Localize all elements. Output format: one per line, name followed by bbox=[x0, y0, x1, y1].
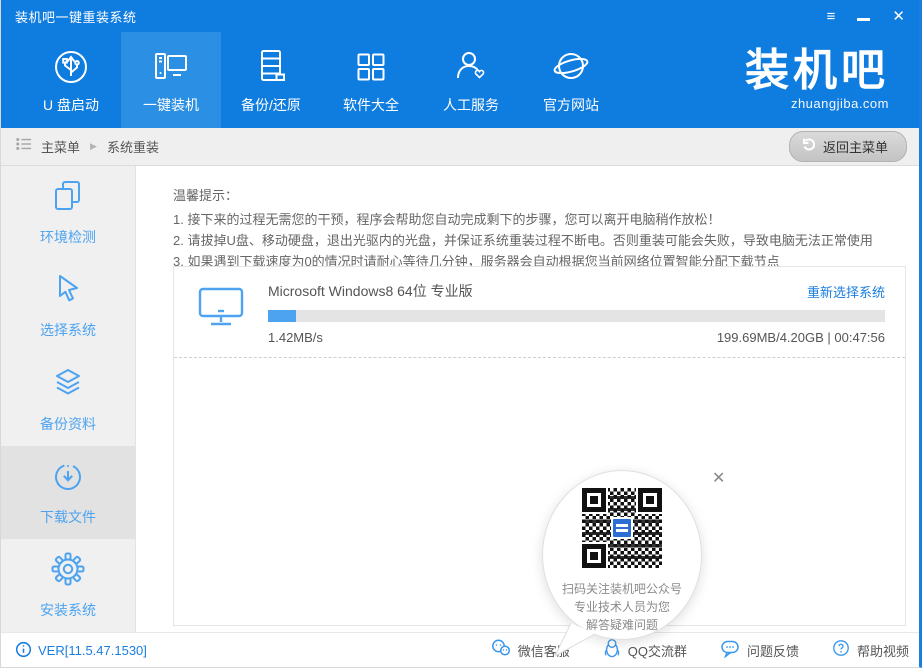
download-speed: 1.42MB/s bbox=[268, 330, 323, 345]
sidebar-item-backup-data[interactable]: 备份资料 bbox=[1, 352, 135, 445]
nav-item-usb-boot[interactable]: U 盘启动 bbox=[21, 32, 121, 128]
breadcrumb-root[interactable]: 主菜单 bbox=[41, 137, 80, 156]
apps-grid-icon bbox=[350, 46, 392, 88]
breadcrumb: 主菜单 ▶ 系统重装 返回主菜单 bbox=[1, 128, 919, 166]
undo-arrow-icon bbox=[800, 136, 816, 157]
qr-code bbox=[579, 485, 665, 571]
footer-link-feedback[interactable]: 问题反馈 bbox=[720, 638, 799, 663]
tips-block: 温馨提示： 1. 接下来的过程无需您的干预，程序会帮助您自动完成剩下的步骤，您可… bbox=[173, 185, 902, 272]
menu-list-icon bbox=[15, 136, 33, 157]
minimize-bar bbox=[857, 18, 870, 21]
footer-link-label: 帮助视频 bbox=[857, 641, 909, 660]
person-service-icon bbox=[450, 46, 492, 88]
nav-item-one-key-install[interactable]: 一键装机 bbox=[121, 32, 221, 128]
help-question-icon bbox=[832, 639, 850, 662]
gear-icon bbox=[50, 551, 86, 592]
computer-icon bbox=[150, 46, 192, 88]
status-bar: VER[11.5.47.1530] 微信客服 bbox=[1, 632, 919, 668]
nav-item-backup-restore[interactable]: 备份/还原 bbox=[221, 32, 321, 128]
nav-item-service[interactable]: 人工服务 bbox=[421, 32, 521, 128]
top-nav: U 盘启动 一键装机 备份/还原 bbox=[1, 32, 919, 128]
feedback-bubble-icon bbox=[720, 639, 740, 663]
footer-link-label: 问题反馈 bbox=[747, 641, 799, 660]
window-controls: ≡ ✕ bbox=[827, 9, 905, 24]
footer-link-label: QQ交流群 bbox=[628, 641, 687, 660]
os-name: Microsoft Windows8 64位 专业版 bbox=[268, 281, 473, 301]
globe-icon bbox=[550, 46, 592, 88]
qq-icon bbox=[603, 638, 621, 663]
sidebar-label: 备份资料 bbox=[40, 414, 96, 434]
nav-label: U 盘启动 bbox=[43, 95, 99, 115]
download-task-row: Microsoft Windows8 64位 专业版 重新选择系统 1.42MB… bbox=[174, 267, 905, 358]
qr-finder-square bbox=[582, 488, 606, 512]
nav-item-website[interactable]: 官方网站 bbox=[521, 32, 621, 128]
progress-bar bbox=[268, 310, 885, 322]
breadcrumb-arrow-icon: ▶ bbox=[90, 141, 97, 152]
minimize-icon[interactable] bbox=[857, 9, 870, 24]
qr-finder-square bbox=[638, 488, 662, 512]
tips-line-1: 1. 接下来的过程无需您的干预，程序会帮助您自动完成剩下的步骤，您可以离开电脑稍… bbox=[173, 209, 902, 230]
sidebar-item-download-files[interactable]: 下载文件 bbox=[1, 446, 135, 539]
nav-label: 人工服务 bbox=[443, 95, 499, 115]
monitor-icon bbox=[196, 285, 246, 334]
step-sidebar: 环境检测 选择系统 备份资料 bbox=[1, 166, 136, 632]
info-icon bbox=[15, 641, 32, 661]
app-window: 装机吧一键重装系统 ≡ ✕ U 盘启动 bbox=[0, 0, 922, 668]
breadcrumb-current: 系统重装 bbox=[107, 137, 159, 156]
sidebar-item-env-check[interactable]: 环境检测 bbox=[1, 166, 135, 259]
nav-label: 一键装机 bbox=[143, 95, 199, 115]
env-check-icon bbox=[50, 178, 86, 219]
tips-title: 温馨提示： bbox=[173, 185, 902, 204]
main-body: 环境检测 选择系统 备份资料 bbox=[1, 166, 919, 632]
cursor-select-icon bbox=[50, 271, 86, 312]
qr-center-logo bbox=[611, 517, 633, 539]
download-panel: Microsoft Windows8 64位 专业版 重新选择系统 1.42MB… bbox=[173, 266, 906, 626]
sidebar-item-install-system[interactable]: 安装系统 bbox=[1, 539, 135, 632]
sidebar-label: 下载文件 bbox=[40, 507, 96, 527]
sidebar-label: 环境检测 bbox=[40, 227, 96, 247]
back-to-menu-label: 返回主菜单 bbox=[823, 137, 888, 156]
menu-icon[interactable]: ≡ bbox=[827, 9, 836, 24]
qr-popup-tail bbox=[551, 622, 597, 663]
qr-caption-line: 专业技术人员为您 bbox=[562, 598, 682, 616]
tips-line-2: 2. 请拔掉U盘、移动硬盘，退出光驱内的光盘，并保证系统重装过程不断电。否则重装… bbox=[173, 230, 902, 251]
brand-logo-text: 装机吧 bbox=[745, 49, 889, 93]
qr-popup: 扫码关注装机吧公众号 专业技术人员为您 解答疑难问题 bbox=[542, 470, 702, 640]
download-circle-icon bbox=[50, 458, 86, 499]
version-info: VER[11.5.47.1530] bbox=[15, 641, 147, 661]
footer-link-qq[interactable]: QQ交流群 bbox=[603, 638, 687, 663]
qr-caption-line: 扫码关注装机吧公众号 bbox=[562, 580, 682, 598]
title-bar: 装机吧一键重装系统 ≡ ✕ bbox=[1, 0, 919, 32]
download-details: Microsoft Windows8 64位 专业版 重新选择系统 1.42MB… bbox=[268, 281, 885, 345]
reselect-system-link[interactable]: 重新选择系统 bbox=[807, 282, 885, 301]
sidebar-label: 安装系统 bbox=[40, 600, 96, 620]
progress-fill bbox=[268, 310, 296, 322]
popup-close-icon[interactable]: ✕ bbox=[712, 468, 725, 488]
wechat-icon bbox=[491, 639, 511, 662]
layers-backup-icon bbox=[50, 365, 86, 406]
backup-restore-icon bbox=[250, 46, 292, 88]
nav-item-software[interactable]: 软件大全 bbox=[321, 32, 421, 128]
sidebar-item-select-system[interactable]: 选择系统 bbox=[1, 259, 135, 352]
content-area: 温馨提示： 1. 接下来的过程无需您的干预，程序会帮助您自动完成剩下的步骤，您可… bbox=[136, 166, 919, 632]
footer-link-help[interactable]: 帮助视频 bbox=[832, 638, 909, 663]
version-text: VER[11.5.47.1530] bbox=[38, 643, 147, 658]
usb-icon bbox=[50, 46, 92, 88]
back-to-menu-button[interactable]: 返回主菜单 bbox=[789, 131, 907, 162]
nav-label: 软件大全 bbox=[343, 95, 399, 115]
download-stats: 199.69MB/4.20GB | 00:47:56 bbox=[717, 330, 885, 345]
close-icon[interactable]: ✕ bbox=[892, 9, 905, 24]
nav-label: 备份/还原 bbox=[241, 95, 301, 115]
brand-logo-domain: zhuangjiba.com bbox=[745, 96, 889, 111]
nav-label: 官方网站 bbox=[543, 95, 599, 115]
brand-logo: 装机吧 zhuangjiba.com bbox=[745, 49, 889, 111]
window-title: 装机吧一键重装系统 bbox=[15, 7, 137, 26]
sidebar-label: 选择系统 bbox=[40, 320, 96, 340]
qr-finder-square bbox=[582, 544, 606, 568]
